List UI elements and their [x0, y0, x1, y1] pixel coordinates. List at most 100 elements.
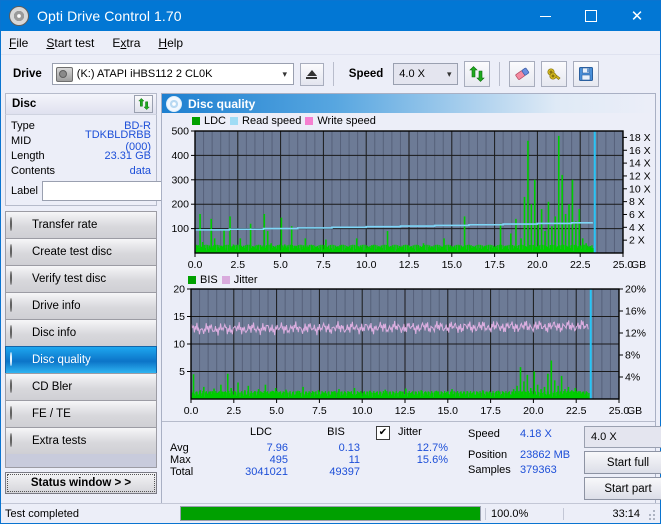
start-part-button[interactable]: Start part	[584, 477, 661, 500]
legend-swatch-jitter	[221, 276, 230, 284]
svg-text:17.5: 17.5	[480, 405, 501, 417]
stats-max-jitter: 15.6%	[416, 454, 448, 466]
save-button[interactable]	[573, 61, 600, 87]
menu-start-test[interactable]: Start test	[46, 36, 94, 50]
stats-header-bis: BIS	[327, 426, 345, 438]
sidebar-item-label: FE / TE	[32, 408, 71, 420]
maximize-icon	[585, 10, 597, 22]
svg-text:20.0: 20.0	[523, 405, 544, 417]
disc-icon	[10, 432, 26, 449]
sidebar-item-cd-bler[interactable]: CD Bler	[5, 373, 157, 400]
sidebar-item-create-test-disc[interactable]: Create test disc	[5, 238, 157, 265]
readout-position-value: 23862 MB	[520, 448, 571, 461]
toolbar-divider-2	[499, 62, 501, 86]
app-icon	[9, 6, 29, 26]
svg-text:15: 15	[173, 311, 185, 323]
statistics-bar: LDC BIS ✔ Jitter Avg 7.96 0.13 12.7% Max…	[162, 421, 661, 503]
status-bar: Test completed 100.0% 33:14	[1, 503, 660, 523]
svg-text:22.5: 22.5	[570, 259, 591, 271]
sidebar-item-label: Drive info	[32, 300, 81, 312]
chevron-down-icon: ▾	[282, 68, 288, 79]
test-control-panel: Speed 4.18 X Position 23862 MB Samples 3…	[462, 426, 661, 500]
ldc-chart: LDC Read speed Write speed 100 200 300 400 5…	[162, 113, 655, 273]
drive-select-value: (K:) ATAPI iHBS112 2 CL0K	[76, 68, 213, 80]
resize-grip[interactable]	[646, 507, 658, 520]
speed-select-value: 4.0 X	[399, 68, 425, 80]
svg-text:8 X: 8 X	[629, 196, 645, 208]
disc-icon	[10, 351, 26, 368]
svg-text:15.0: 15.0	[442, 259, 463, 271]
progress-bar	[180, 506, 481, 521]
disc-icon	[10, 216, 26, 233]
svg-text:20%: 20%	[625, 284, 646, 296]
readout-speed: Speed 4.18 X	[468, 426, 580, 441]
start-full-button[interactable]: Start full	[584, 451, 661, 474]
test-speed-select[interactable]: 4.0 X ▾	[584, 426, 661, 448]
minimize-icon	[539, 15, 551, 17]
eject-button[interactable]	[299, 62, 324, 86]
status-window-button[interactable]: Status window > >	[5, 472, 157, 494]
stats-header-jitter: Jitter	[398, 426, 422, 438]
close-button[interactable]: ✕	[614, 1, 660, 31]
sidebar-item-label: Create test disc	[32, 246, 112, 258]
disc-refresh-button[interactable]	[134, 95, 153, 113]
main-header: Disc quality	[161, 93, 656, 113]
keys-icon	[547, 68, 561, 80]
minimize-button[interactable]	[522, 1, 568, 31]
sidebar-item-fe-te[interactable]: FE / TE	[5, 400, 157, 427]
ldc-chart-legend: LDC Read speed Write speed	[190, 115, 378, 127]
sidebar-item-verify-test-disc[interactable]: Verify test disc	[5, 265, 157, 292]
speed-select[interactable]: 4.0 X ▾	[393, 63, 459, 85]
jitter-checkbox[interactable]: ✔	[372, 426, 394, 442]
svg-text:20: 20	[173, 284, 185, 296]
bis-plot[interactable]: 5 10 15 20 4% 8% 12% 16% 20% 0.0 2.5 5.0 7.5 10.0 12.5…	[162, 273, 659, 421]
sidebar-filler	[5, 454, 157, 468]
main-panel: Disc quality LDC Read speed Write speed …	[161, 93, 661, 503]
refresh-icon	[469, 66, 486, 82]
sidebar-item-disc-quality[interactable]: Disc quality	[5, 346, 157, 373]
disc-quality-icon	[166, 95, 182, 112]
refresh-button[interactable]	[464, 61, 491, 87]
maximize-button[interactable]	[568, 1, 614, 31]
stats-avg-bis: 0.13	[338, 442, 360, 454]
elapsed-time: 33:14	[563, 507, 646, 520]
menu-file[interactable]: FFileile	[9, 36, 28, 50]
drive-select[interactable]: (K:) ATAPI iHBS112 2 CL0K ▾	[51, 63, 294, 85]
svg-text:500: 500	[171, 126, 189, 138]
svg-text:22.5: 22.5	[566, 405, 587, 417]
svg-text:18 X: 18 X	[629, 132, 651, 144]
readout-position-label: Position	[468, 448, 508, 461]
drive-label: Drive	[13, 68, 42, 80]
ldc-plot[interactable]: 1002003004005002 X4 X6 X8 X10 X12 X14 X1…	[162, 113, 659, 273]
test-actions: 4.0 X ▾ Start full Start part	[580, 426, 661, 500]
svg-text:4%: 4%	[625, 372, 640, 384]
disc-icon	[10, 405, 26, 422]
sidebar-item-transfer-rate[interactable]: Transfer rate	[5, 211, 157, 238]
readout-samples-value: 379363	[520, 463, 557, 476]
svg-text:16%: 16%	[625, 306, 646, 318]
legend-swatch-ldc	[192, 117, 200, 125]
svg-text:300: 300	[171, 174, 189, 186]
sidebar-item-disc-info[interactable]: Disc info	[5, 319, 157, 346]
toolbar-divider-1	[332, 62, 334, 86]
drive-icon	[55, 66, 73, 82]
keys-button[interactable]	[541, 61, 568, 87]
stats-total-bis: 49397	[329, 466, 360, 478]
stats-total-jitter	[394, 466, 454, 478]
menu-extra[interactable]: Extra	[112, 36, 140, 50]
sidebar-item-drive-info[interactable]: Drive info	[5, 292, 157, 319]
bis-jitter-chart: BIS Jitter 5 10 15 20 4% 8% 12% 16% 20% 0.0 2.5 5.0…	[162, 273, 655, 421]
disc-row-contents: Contents data	[11, 163, 151, 178]
svg-text:12.5: 12.5	[395, 405, 416, 417]
menu-help[interactable]: Help	[158, 36, 183, 50]
stats-row-max-label: Max	[170, 454, 191, 466]
disc-contents-value: data	[129, 164, 151, 177]
stats-total-spacer	[372, 466, 394, 478]
eraser-button[interactable]	[509, 61, 536, 87]
sidebar-item-extra-tests[interactable]: Extra tests	[5, 427, 157, 454]
disc-icon	[10, 324, 26, 341]
svg-text:17.5: 17.5	[484, 259, 505, 271]
sidebar: Disc Type BD-R MID TDKBLDRBB (000) Lengt…	[5, 93, 246, 503]
readout-speed-label: Speed	[468, 427, 500, 440]
refresh-icon	[137, 98, 150, 110]
